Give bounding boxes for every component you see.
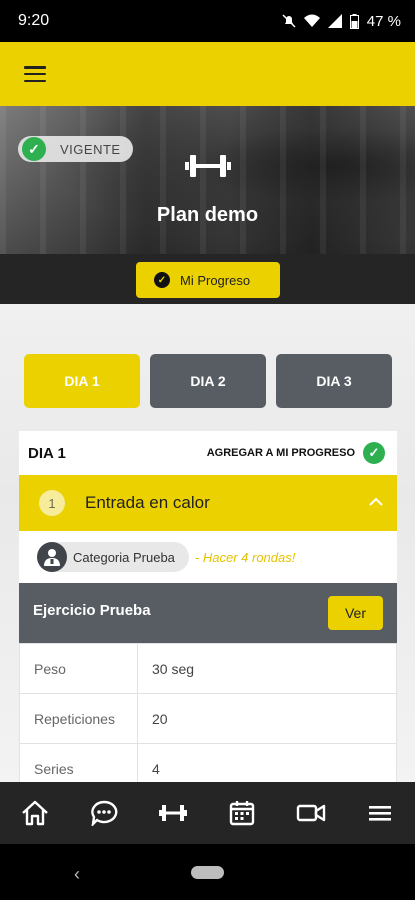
- section-note-text: Hacer 4 rondas!: [202, 549, 296, 565]
- dumbbell-icon: [185, 155, 231, 177]
- tab-dia-1[interactable]: DIA 1: [24, 354, 140, 408]
- add-to-progress-label: AGREGAR A MI PROGRESO: [206, 447, 355, 459]
- status-badge: ✓ VIGENTE: [18, 136, 133, 162]
- nav-home[interactable]: [15, 793, 55, 833]
- category-label: Categoria Prueba: [73, 549, 175, 565]
- tab-dia-3[interactable]: DIA 3: [276, 354, 392, 408]
- home-pill[interactable]: [191, 866, 224, 879]
- table-row: Series 4: [19, 743, 397, 782]
- table-row: Peso 30 seg: [19, 643, 397, 694]
- exercise-table: Peso 30 seg Repeticiones 20 Series 4: [19, 643, 397, 782]
- exercise-header: Ejercicio Prueba Ver: [19, 583, 397, 643]
- back-icon[interactable]: ‹: [74, 864, 80, 885]
- row-value: 20: [137, 693, 397, 744]
- check-circle-icon: ✓: [154, 272, 170, 288]
- my-progress-label: Mi Progreso: [180, 272, 251, 288]
- signal-icon: [327, 14, 342, 28]
- status-bar: 9:20 47 %: [0, 0, 415, 42]
- hamburger-icon[interactable]: [24, 66, 46, 82]
- day-card-title: DIA 1: [28, 444, 66, 462]
- nav-video[interactable]: [291, 793, 331, 833]
- section-note: - Hacer 4 rondas!: [194, 549, 296, 565]
- battery-level: 47 %: [366, 12, 401, 30]
- nav-menu[interactable]: [360, 793, 400, 833]
- battery-icon: [349, 13, 359, 29]
- nav-calendar[interactable]: [222, 793, 262, 833]
- table-row: Repeticiones 20: [19, 693, 397, 744]
- category-chip: Categoria Prueba: [37, 542, 189, 572]
- chevron-up-icon[interactable]: [369, 495, 383, 509]
- check-icon: ✓: [22, 137, 46, 161]
- row-label: Repeticiones: [19, 693, 138, 744]
- user-icon: [37, 542, 67, 572]
- row-label: Peso: [19, 643, 138, 694]
- chat-icon: [90, 800, 118, 826]
- my-progress-button[interactable]: ✓ Mi Progreso: [136, 262, 280, 298]
- view-exercise-button[interactable]: Ver: [328, 596, 383, 630]
- home-icon: [21, 800, 48, 826]
- dumbbell-icon: [158, 805, 187, 821]
- status-icons: 47 %: [282, 13, 401, 30]
- exercise-name: Ejercicio Prueba: [33, 601, 151, 619]
- nav-workouts[interactable]: [153, 793, 193, 833]
- day-card: DIA 1 AGREGAR A MI PROGRESO ✓ 1 Entrada …: [19, 431, 397, 782]
- bottom-nav: [0, 782, 415, 844]
- video-icon: [297, 804, 326, 822]
- system-nav-bar: ‹: [0, 844, 415, 900]
- row-label: Series: [19, 743, 138, 782]
- category-row: Categoria Prueba - Hacer 4 rondas!: [19, 531, 397, 583]
- day-card-header: DIA 1 AGREGAR A MI PROGRESO ✓: [19, 431, 397, 475]
- app-bar: [0, 42, 415, 106]
- row-value: 4: [137, 743, 397, 782]
- section-title: Entrada en calor: [85, 493, 210, 512]
- check-circle-icon: ✓: [363, 442, 385, 464]
- section-number: 1: [39, 490, 65, 516]
- plan-title: Plan demo: [156, 204, 259, 226]
- tab-dia-2[interactable]: DIA 2: [150, 354, 266, 408]
- section-header-warmup[interactable]: 1 Entrada en calor: [19, 475, 397, 531]
- plan-hero: ✓ VIGENTE Plan demo: [0, 106, 415, 254]
- wifi-icon: [303, 14, 320, 27]
- status-badge-label: VIGENTE: [60, 141, 121, 157]
- menu-icon: [369, 806, 392, 821]
- status-time: 9:20: [18, 12, 50, 29]
- row-value: 30 seg: [137, 643, 397, 694]
- add-to-progress-button[interactable]: AGREGAR A MI PROGRESO ✓: [207, 442, 385, 464]
- mute-icon: [282, 14, 296, 28]
- calendar-icon: [229, 801, 255, 826]
- nav-chat[interactable]: [84, 793, 124, 833]
